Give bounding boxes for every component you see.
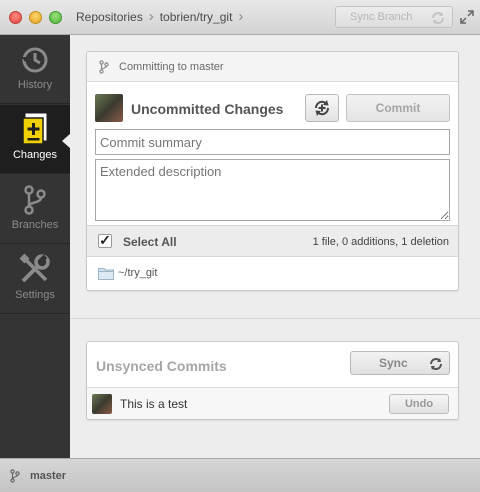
sidebar-item-settings[interactable]: Settings bbox=[0, 245, 70, 314]
commit-button[interactable]: Commit bbox=[346, 94, 450, 122]
repository-path: ~/try_git bbox=[118, 267, 158, 279]
section-divider bbox=[70, 318, 480, 319]
sidebar-item-changes[interactable]: Changes bbox=[0, 105, 71, 174]
breadcrumb-repositories[interactable]: Repositories bbox=[76, 10, 143, 24]
select-all-row: ✓ Select All 1 file, 0 additions, 1 dele… bbox=[87, 225, 458, 257]
file-list-item[interactable]: ~/try_git bbox=[87, 257, 458, 290]
branch-icon bbox=[10, 469, 20, 483]
avatar bbox=[95, 94, 123, 122]
history-icon bbox=[22, 47, 48, 73]
sync-button[interactable]: Sync bbox=[350, 351, 450, 375]
title-bar: Repositories › tobrien/try_git › Sync Br… bbox=[0, 0, 480, 35]
sync-icon bbox=[432, 12, 444, 24]
undo-button[interactable]: Undo bbox=[389, 394, 449, 414]
extended-description-input[interactable] bbox=[95, 159, 450, 221]
uncommitted-title: Uncommitted Changes bbox=[131, 101, 284, 117]
sync-icon bbox=[430, 358, 442, 370]
chevron-right-icon: › bbox=[148, 8, 154, 25]
unsynced-commits-panel: Unsynced Commits Sync This is a test Und… bbox=[86, 341, 459, 420]
commit-row[interactable]: This is a test Undo bbox=[87, 387, 458, 419]
chevron-right-icon: › bbox=[238, 8, 244, 25]
sync-branch-label: Sync Branch bbox=[350, 11, 413, 23]
avatar bbox=[92, 394, 112, 414]
breadcrumb-repository[interactable]: tobrien/try_git bbox=[160, 10, 233, 24]
folder-icon bbox=[98, 268, 114, 280]
sidebar-item-history[interactable]: History bbox=[0, 35, 70, 104]
unsynced-commits-title: Unsynced Commits bbox=[96, 358, 227, 374]
main-panel: Committing to master Uncommitted Changes… bbox=[70, 35, 480, 458]
committing-to-label: Committing to master bbox=[119, 60, 224, 73]
select-all-checkbox[interactable]: ✓ bbox=[98, 233, 112, 248]
uncommitted-header: Uncommitted Changes Commit bbox=[95, 94, 451, 124]
commit-summary-input[interactable] bbox=[95, 129, 450, 155]
commit-panel-header: Committing to master bbox=[87, 52, 458, 82]
branch-icon bbox=[99, 59, 109, 74]
commit-message: This is a test bbox=[120, 397, 188, 411]
minimize-window-button[interactable] bbox=[29, 11, 42, 24]
sidebar: History Changes Branches Settings bbox=[0, 35, 71, 458]
sidebar-item-label: Changes bbox=[12, 149, 58, 161]
breadcrumb: Repositories › tobrien/try_git › bbox=[76, 8, 244, 25]
commit-panel: Committing to master Uncommitted Changes… bbox=[86, 51, 459, 291]
branches-icon bbox=[24, 185, 46, 215]
status-bar: master bbox=[0, 458, 480, 492]
changes-icon bbox=[22, 113, 47, 145]
zoom-window-button[interactable] bbox=[49, 11, 62, 24]
current-branch[interactable]: master bbox=[30, 470, 66, 482]
settings-icon bbox=[19, 253, 50, 283]
sync-add-icon bbox=[314, 100, 330, 116]
sidebar-item-label: Branches bbox=[11, 219, 59, 231]
close-window-button[interactable] bbox=[9, 11, 22, 24]
sidebar-item-branches[interactable]: Branches bbox=[0, 175, 70, 244]
discard-changes-button[interactable] bbox=[305, 94, 339, 122]
sync-label: Sync bbox=[379, 356, 408, 370]
select-all-label[interactable]: Select All bbox=[123, 235, 177, 249]
sidebar-item-label: History bbox=[17, 79, 53, 91]
sync-branch-button[interactable]: Sync Branch bbox=[335, 6, 453, 28]
sidebar-item-label: Settings bbox=[15, 289, 55, 301]
change-stats: 1 file, 0 additions, 1 deletion bbox=[312, 236, 449, 248]
fullscreen-icon[interactable] bbox=[460, 10, 474, 24]
